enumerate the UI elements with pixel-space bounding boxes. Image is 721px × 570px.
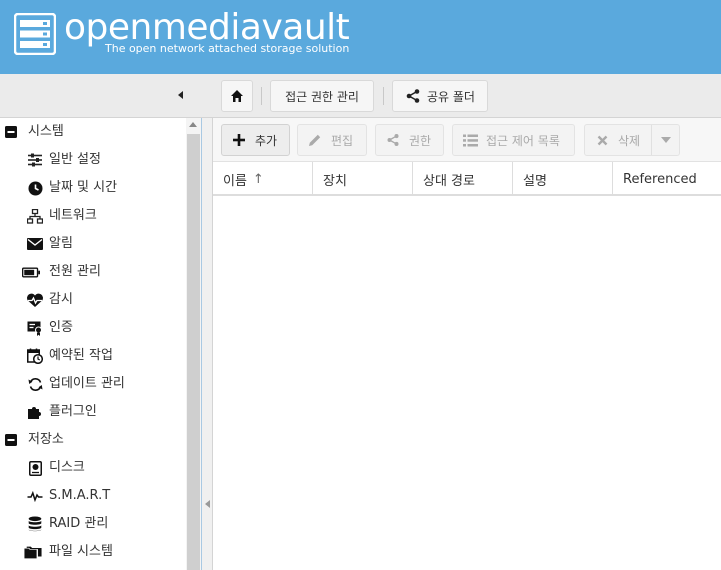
breadcrumb-bar: 접근 권한 관리 공유 폴더 [0, 74, 721, 118]
nav-item-label: RAID 관리 [49, 516, 109, 531]
nav-item-scheduled-jobs[interactable]: 예약된 작업 [0, 342, 186, 370]
nav-item-date-time[interactable]: 날짜 및 시간 [0, 174, 186, 202]
app-header: openmediavault The open network attached… [0, 0, 721, 74]
mail-icon [26, 236, 44, 252]
chevron-down-icon [660, 137, 671, 143]
breadcrumb-shared-folders[interactable]: 공유 폴더 [392, 80, 488, 112]
collapse-nav-icon[interactable] [174, 88, 188, 102]
battery-icon [22, 264, 40, 280]
breadcrumb-label: 공유 폴더 [427, 89, 475, 104]
nav-item-smart[interactable]: S.M.A.R.T [0, 482, 186, 510]
nav-item-update-management[interactable]: 업데이트 관리 [0, 370, 186, 398]
delete-button-label: 삭제 [618, 133, 641, 148]
list-icon [462, 132, 478, 148]
home-icon [231, 90, 243, 102]
nav-item-certificates[interactable]: 인증 [0, 314, 186, 342]
breadcrumb-access-rights[interactable]: 접근 권한 관리 [270, 80, 374, 112]
delete-button[interactable]: 삭제 [584, 124, 680, 156]
nav-item-plugins[interactable]: 플러그인 [0, 398, 186, 426]
edit-button-label: 편집 [331, 133, 354, 148]
nav-item-label: 플러그인 [49, 404, 97, 419]
collapse-minus-icon[interactable] [2, 432, 20, 448]
column-header-label: 이름 [223, 173, 247, 189]
nav-group-system[interactable]: 시스템 [0, 118, 186, 146]
share-icon [385, 132, 401, 148]
column-header-label: 설명 [523, 173, 547, 189]
nav-item-label: 알림 [49, 236, 73, 251]
breadcrumb-label: 접근 권한 관리 [285, 89, 359, 104]
nav-item-label: S.M.A.R.T [49, 488, 111, 503]
column-header-referenced[interactable]: Referenced [613, 162, 721, 196]
acl-button[interactable]: 접근 제어 목록 [452, 124, 575, 156]
close-icon [594, 132, 610, 148]
nav-item-raid-management[interactable]: RAID 관리 [0, 510, 186, 538]
sort-ascending-icon: ↑ [252, 171, 264, 187]
nav-item-network[interactable]: 네트워크 [0, 202, 186, 230]
nav-item-notification[interactable]: 알림 [0, 230, 186, 258]
nav-item-label: 디스크 [49, 460, 85, 475]
delete-dropdown-toggle[interactable] [651, 125, 679, 155]
home-button[interactable] [221, 80, 253, 112]
column-header-label: Referenced [623, 171, 697, 187]
certificate-icon [26, 320, 44, 336]
collapse-minus-icon[interactable] [2, 124, 20, 140]
nav-item-label: 전원 관리 [49, 264, 101, 279]
collapse-left-icon[interactable] [205, 500, 210, 508]
database-icon [26, 516, 44, 532]
nav-item-general-settings[interactable]: 일반 설정 [0, 146, 186, 174]
breadcrumb-separator [383, 87, 384, 105]
column-header-label: 상대 경로 [423, 173, 475, 189]
nav-item-disks[interactable]: 디스크 [0, 454, 186, 482]
nav-item-label: 인증 [49, 320, 73, 335]
pencil-icon [307, 132, 323, 148]
nav-item-file-systems[interactable]: 파일 시스템 [0, 538, 186, 566]
brand-tagline: The open network attached storage soluti… [105, 42, 350, 55]
add-button-label: 추가 [255, 133, 278, 148]
nav-group-label: 저장소 [28, 432, 64, 447]
nav-item-power-management[interactable]: 전원 관리 [0, 258, 186, 286]
nav-item-label: 날짜 및 시간 [49, 180, 118, 195]
column-header-name[interactable]: 이름 ↑ [213, 162, 313, 196]
heartbeat-icon [26, 292, 44, 308]
sliders-icon [26, 152, 44, 168]
nav-item-label: 파일 시스템 [49, 544, 113, 559]
nav-item-label: 일반 설정 [49, 152, 101, 167]
hdd-icon [26, 460, 44, 476]
clock-icon [26, 180, 44, 196]
column-header-device[interactable]: 장치 [313, 162, 413, 196]
nav-splitter[interactable] [202, 118, 213, 570]
acl-button-label: 접근 제어 목록 [486, 133, 560, 148]
privileges-button[interactable]: 권한 [375, 124, 444, 156]
refresh-icon [26, 376, 44, 392]
nav-group-storage[interactable]: 저장소 [0, 426, 186, 454]
share-icon [406, 89, 420, 103]
nav-item-label: 예약된 작업 [49, 348, 113, 363]
scroll-up-arrow-icon[interactable] [189, 122, 197, 127]
nav-item-label: 감시 [49, 292, 73, 307]
folders-icon [24, 544, 42, 560]
nav-tree: 시스템 일반 설정 날짜 및 시간 네트워크 알림 전원 관리 감시 인증 예약… [0, 118, 202, 570]
action-toolbar: 추가 편집 권한 접근 제어 목록 삭제 [213, 118, 721, 162]
pulse-icon [26, 488, 44, 504]
plus-icon [231, 132, 247, 148]
calendar-clock-icon [26, 348, 44, 364]
column-header-relative-path[interactable]: 상대 경로 [413, 162, 513, 196]
grid-body [213, 198, 721, 570]
add-button[interactable]: 추가 [221, 124, 290, 156]
breadcrumb-separator [261, 87, 262, 105]
grid-header: 이름 ↑ 장치 상대 경로 설명 Referenced [213, 162, 721, 196]
nav-item-label: 네트워크 [49, 208, 97, 223]
privileges-button-label: 권한 [409, 133, 432, 148]
column-header-description[interactable]: 설명 [513, 162, 613, 196]
network-icon [26, 208, 44, 224]
nav-item-monitoring[interactable]: 감시 [0, 286, 186, 314]
nav-scrollbar-thumb[interactable] [187, 134, 200, 570]
omv-logo-icon [14, 13, 56, 55]
column-header-label: 장치 [323, 173, 347, 189]
edit-button[interactable]: 편집 [297, 124, 367, 156]
nav-group-label: 시스템 [28, 124, 64, 139]
nav-item-label: 업데이트 관리 [49, 376, 125, 391]
puzzle-icon [26, 404, 44, 420]
